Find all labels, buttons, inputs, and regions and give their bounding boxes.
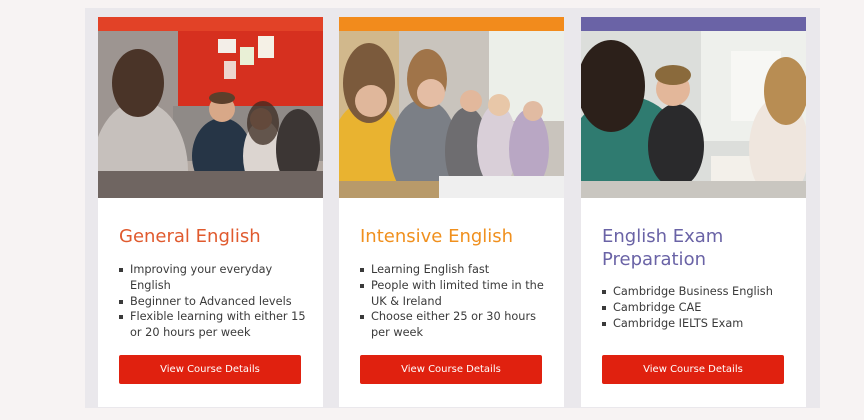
- list-item: Improving your everyday English: [119, 262, 314, 294]
- course-title: General English: [119, 226, 261, 247]
- accent-bar: [339, 17, 564, 31]
- list-item: Cambridge CAE: [602, 300, 797, 316]
- list-item: Choose either 25 or 30 hours per week: [360, 309, 555, 341]
- course-card-general-english: General English Improving your everyday …: [98, 17, 323, 407]
- list-item: Cambridge IELTS Exam: [602, 316, 797, 332]
- list-item: Beginner to Advanced levels: [119, 294, 314, 310]
- courses-panel: General English Improving your everyday …: [85, 8, 820, 408]
- view-course-details-button[interactable]: View Course Details: [360, 355, 542, 384]
- view-course-details-button[interactable]: View Course Details: [119, 355, 301, 384]
- course-feature-list: Improving your everyday English Beginner…: [119, 262, 314, 341]
- accent-bar: [581, 17, 806, 31]
- course-title: English Exam Preparation: [602, 226, 724, 270]
- list-item: Cambridge Business English: [602, 284, 797, 300]
- course-card-exam-preparation: English Exam Preparation Cambridge Busin…: [581, 17, 806, 407]
- students-classroom-photo: [581, 31, 806, 198]
- course-card-intensive-english: Intensive English Learning English fast …: [339, 17, 564, 407]
- view-course-details-button[interactable]: View Course Details: [602, 355, 784, 384]
- course-feature-list: Learning English fast People with limite…: [360, 262, 555, 341]
- accent-bar: [98, 17, 323, 31]
- course-feature-list: Cambridge Business English Cambridge CAE…: [602, 284, 797, 331]
- students-classroom-photo: [339, 31, 564, 198]
- list-item: Learning English fast: [360, 262, 555, 278]
- list-item: Flexible learning with either 15 or 20 h…: [119, 309, 314, 341]
- course-title: Intensive English: [360, 226, 514, 247]
- students-classroom-photo: [98, 31, 323, 198]
- list-item: People with limited time in the UK & Ire…: [360, 278, 555, 310]
